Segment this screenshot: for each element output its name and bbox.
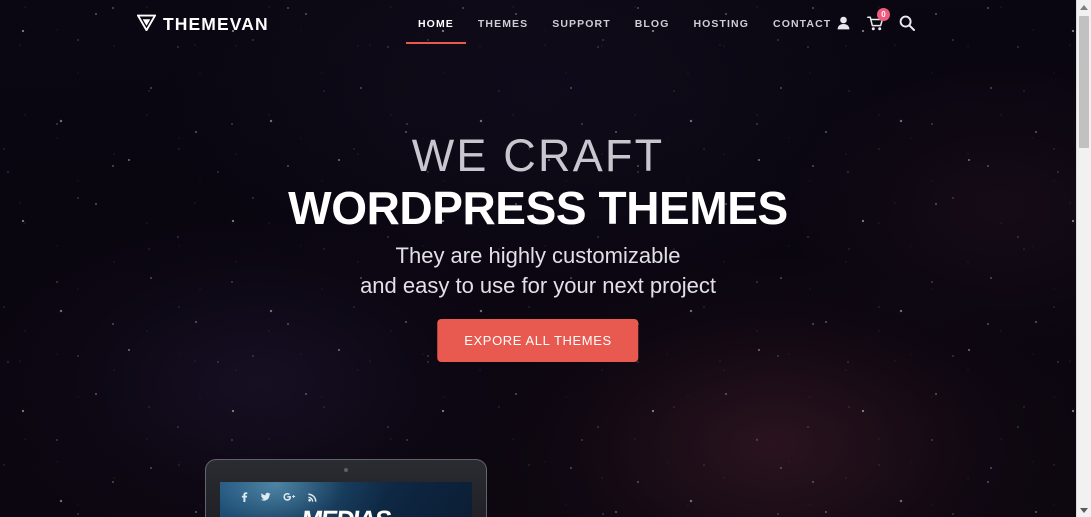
- cart-button[interactable]: 0: [866, 8, 890, 34]
- search-button[interactable]: [898, 15, 916, 34]
- browser-viewport: THEMEVAN HOME THEMES SUPPORT BLOG HOSTIN…: [0, 0, 1091, 517]
- nav-item-themes[interactable]: THEMES: [466, 0, 540, 46]
- hero-subtitle-line-1: They are highly customizable: [395, 243, 681, 268]
- tablet-frame: MEDIAS: [205, 459, 487, 517]
- tablet-camera-icon: [344, 468, 348, 472]
- tablet-mockup: MEDIAS: [205, 459, 487, 517]
- scroll-up-arrow-icon[interactable]: [1077, 0, 1091, 14]
- hero-subtitle-line-2: and easy to use for your next project: [360, 273, 716, 299]
- tablet-screen: MEDIAS: [220, 482, 472, 517]
- scroll-down-arrow-icon[interactable]: [1077, 503, 1091, 517]
- hero-subtitle: They are highly customizable and easy to…: [0, 241, 1076, 302]
- brand-logo-link[interactable]: THEMEVAN: [136, 14, 269, 36]
- explore-all-themes-button[interactable]: EXPORE ALL THEMES: [437, 319, 639, 362]
- scroll-up-triangle: [1080, 4, 1088, 10]
- google-plus-icon[interactable]: [283, 489, 296, 507]
- vertical-scrollbar[interactable]: [1076, 0, 1091, 517]
- facebook-icon[interactable]: [241, 489, 248, 507]
- user-icon: [837, 16, 850, 33]
- rss-icon[interactable]: [308, 489, 318, 507]
- cart-count-badge: 0: [877, 8, 890, 21]
- hero-eyebrow: WE CRAFT: [411, 130, 665, 181]
- primary-navigation: HOME THEMES SUPPORT BLOG HOSTING CONTACT: [406, 0, 843, 50]
- nav-item-hosting[interactable]: HOSTING: [681, 0, 761, 46]
- hero-title: WORDPRESS THEMES: [288, 182, 788, 234]
- account-button[interactable]: [834, 15, 852, 34]
- twitter-icon[interactable]: [260, 489, 271, 507]
- nav-item-contact[interactable]: CONTACT: [761, 0, 843, 46]
- site-header: THEMEVAN HOME THEMES SUPPORT BLOG HOSTIN…: [0, 0, 1076, 50]
- nav-item-home[interactable]: HOME: [406, 0, 466, 46]
- triangle-chevron-icon: [136, 14, 157, 36]
- search-icon: [899, 15, 915, 34]
- nav-item-blog[interactable]: BLOG: [623, 0, 682, 46]
- header-tools: 0: [834, 8, 916, 34]
- mockup-social-links: [241, 489, 318, 507]
- mockup-site-logo: MEDIAS: [300, 506, 392, 517]
- scroll-down-triangle: [1080, 507, 1088, 513]
- nav-item-support[interactable]: SUPPORT: [540, 0, 622, 46]
- scrollbar-thumb[interactable]: [1079, 16, 1089, 148]
- brand-name: THEMEVAN: [163, 14, 269, 35]
